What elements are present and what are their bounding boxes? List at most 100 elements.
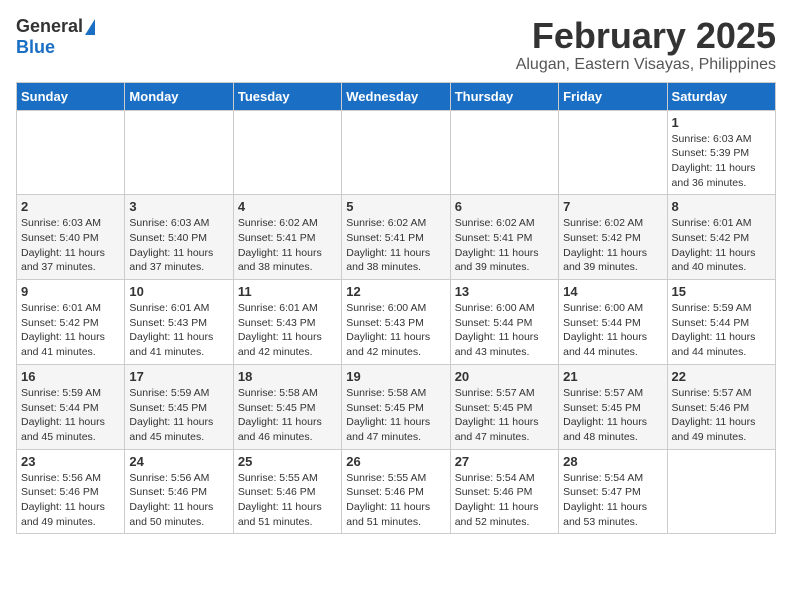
- logo-triangle-icon: [85, 19, 95, 35]
- weekday-header: Wednesday: [342, 82, 450, 110]
- calendar-cell: 27Sunrise: 5:54 AM Sunset: 5:46 PM Dayli…: [450, 449, 558, 534]
- day-number: 6: [455, 199, 554, 214]
- logo-blue-text: Blue: [16, 37, 55, 58]
- weekday-header: Tuesday: [233, 82, 341, 110]
- day-info: Sunrise: 6:01 AM Sunset: 5:43 PM Dayligh…: [238, 301, 337, 360]
- day-info: Sunrise: 6:02 AM Sunset: 5:41 PM Dayligh…: [346, 216, 445, 275]
- day-number: 5: [346, 199, 445, 214]
- weekday-header: Friday: [559, 82, 667, 110]
- calendar-cell: 11 Sunrise: 6:01 AM Sunset: 5:43 PM Dayli…: [233, 280, 341, 365]
- day-info: Sunrise: 5:54 AM Sunset: 5:47 PM Dayligh…: [563, 471, 662, 530]
- logo-general-text: General: [16, 16, 83, 37]
- calendar-week-row: 2 Sunrise: 6:03 AM Sunset: 5:40 PM Daylig…: [17, 195, 776, 280]
- day-info: Sunrise: 5:59 AM Sunset: 5:44 PM Dayligh…: [21, 386, 120, 445]
- calendar-cell: 5 Sunrise: 6:02 AM Sunset: 5:41 PM Daylig…: [342, 195, 450, 280]
- day-number: 26: [346, 454, 445, 469]
- calendar-cell: 10 Sunrise: 6:01 AM Sunset: 5:43 PM Dayli…: [125, 280, 233, 365]
- day-number: 13: [455, 284, 554, 299]
- calendar-cell: 24 Sunrise: 5:56 AM Sunset: 5:46 PM Dayli…: [125, 449, 233, 534]
- calendar-cell: 21 Sunrise: 5:57 AM Sunset: 5:45 PM Dayli…: [559, 364, 667, 449]
- calendar-cell: [342, 110, 450, 195]
- day-number: 11: [238, 284, 337, 299]
- day-info: Sunrise: 6:00 AM Sunset: 5:44 PM Dayligh…: [455, 301, 554, 360]
- calendar-cell: 2Sunrise: 6:03 AM Sunset: 5:40 PM Daylig…: [17, 195, 125, 280]
- day-info: Sunrise: 6:03 AM Sunset: 5:40 PM Dayligh…: [129, 216, 228, 275]
- day-number: 12: [346, 284, 445, 299]
- day-number: 3: [129, 199, 228, 214]
- day-info: Sunrise: 6:01 AM Sunset: 5:42 PM Dayligh…: [672, 216, 771, 275]
- calendar-week-row: 16 Sunrise: 5:59 AM Sunset: 5:44 PM Dayli…: [17, 364, 776, 449]
- weekday-header: Saturday: [667, 82, 775, 110]
- day-number: 4: [238, 199, 337, 214]
- day-info: Sunrise: 5:59 AM Sunset: 5:44 PM Dayligh…: [672, 301, 771, 360]
- logo: General Blue: [16, 16, 95, 58]
- calendar-cell: 14 Sunrise: 6:00 AM Sunset: 5:44 PM Dayli…: [559, 280, 667, 365]
- calendar-cell: [667, 449, 775, 534]
- calendar-subtitle: Alugan, Eastern Visayas, Philippines: [516, 56, 776, 74]
- day-info: Sunrise: 6:02 AM Sunset: 5:41 PM Dayligh…: [455, 216, 554, 275]
- day-number: 9: [21, 284, 120, 299]
- calendar-title: February 2025: [516, 16, 776, 56]
- title-block: February 2025 Alugan, Eastern Visayas, P…: [516, 16, 776, 74]
- calendar-cell: [17, 110, 125, 195]
- day-info: Sunrise: 6:01 AM Sunset: 5:43 PM Dayligh…: [129, 301, 228, 360]
- day-info: Sunrise: 5:56 AM Sunset: 5:46 PM Dayligh…: [129, 471, 228, 530]
- calendar-cell: 15 Sunrise: 5:59 AM Sunset: 5:44 PM Dayli…: [667, 280, 775, 365]
- calendar-week-row: 1Sunrise: 6:03 AM Sunset: 5:39 PM Daylig…: [17, 110, 776, 195]
- day-number: 16: [21, 369, 120, 384]
- calendar-cell: 7 Sunrise: 6:02 AM Sunset: 5:42 PM Daylig…: [559, 195, 667, 280]
- day-number: 23: [21, 454, 120, 469]
- day-number: 28: [563, 454, 662, 469]
- calendar-cell: 18 Sunrise: 5:58 AM Sunset: 5:45 PM Dayli…: [233, 364, 341, 449]
- day-info: Sunrise: 5:57 AM Sunset: 5:45 PM Dayligh…: [563, 386, 662, 445]
- calendar-cell: 22Sunrise: 5:57 AM Sunset: 5:46 PM Dayli…: [667, 364, 775, 449]
- calendar-cell: 4 Sunrise: 6:02 AM Sunset: 5:41 PM Daylig…: [233, 195, 341, 280]
- calendar-cell: [450, 110, 558, 195]
- weekday-header: Monday: [125, 82, 233, 110]
- day-number: 1: [672, 115, 771, 130]
- day-info: Sunrise: 6:02 AM Sunset: 5:41 PM Dayligh…: [238, 216, 337, 275]
- weekday-header: Thursday: [450, 82, 558, 110]
- calendar-cell: 16 Sunrise: 5:59 AM Sunset: 5:44 PM Dayli…: [17, 364, 125, 449]
- day-info: Sunrise: 5:54 AM Sunset: 5:46 PM Dayligh…: [455, 471, 554, 530]
- calendar-cell: [559, 110, 667, 195]
- day-number: 14: [563, 284, 662, 299]
- day-info: Sunrise: 5:56 AM Sunset: 5:46 PM Dayligh…: [21, 471, 120, 530]
- calendar-header-row: SundayMondayTuesdayWednesdayThursdayFrid…: [17, 82, 776, 110]
- day-info: Sunrise: 6:01 AM Sunset: 5:42 PM Dayligh…: [21, 301, 120, 360]
- calendar-cell: 8 Sunrise: 6:01 AM Sunset: 5:42 PM Daylig…: [667, 195, 775, 280]
- day-info: Sunrise: 6:00 AM Sunset: 5:44 PM Dayligh…: [563, 301, 662, 360]
- day-number: 2: [21, 199, 120, 214]
- day-number: 7: [563, 199, 662, 214]
- day-info: Sunrise: 5:55 AM Sunset: 5:46 PM Dayligh…: [346, 471, 445, 530]
- page-header: General Blue February 2025 Alugan, Easte…: [16, 16, 776, 74]
- day-number: 21: [563, 369, 662, 384]
- day-info: Sunrise: 5:58 AM Sunset: 5:45 PM Dayligh…: [238, 386, 337, 445]
- calendar-cell: 20Sunrise: 5:57 AM Sunset: 5:45 PM Dayli…: [450, 364, 558, 449]
- calendar-cell: 23 Sunrise: 5:56 AM Sunset: 5:46 PM Dayli…: [17, 449, 125, 534]
- day-number: 15: [672, 284, 771, 299]
- day-info: Sunrise: 5:55 AM Sunset: 5:46 PM Dayligh…: [238, 471, 337, 530]
- calendar-week-row: 9 Sunrise: 6:01 AM Sunset: 5:42 PM Daylig…: [17, 280, 776, 365]
- day-number: 24: [129, 454, 228, 469]
- day-number: 20: [455, 369, 554, 384]
- day-number: 18: [238, 369, 337, 384]
- day-info: Sunrise: 6:00 AM Sunset: 5:43 PM Dayligh…: [346, 301, 445, 360]
- day-number: 10: [129, 284, 228, 299]
- calendar-cell: 26 Sunrise: 5:55 AM Sunset: 5:46 PM Dayli…: [342, 449, 450, 534]
- day-number: 22: [672, 369, 771, 384]
- calendar-cell: 1Sunrise: 6:03 AM Sunset: 5:39 PM Daylig…: [667, 110, 775, 195]
- weekday-header: Sunday: [17, 82, 125, 110]
- calendar-cell: 25 Sunrise: 5:55 AM Sunset: 5:46 PM Dayli…: [233, 449, 341, 534]
- calendar-cell: [125, 110, 233, 195]
- day-number: 25: [238, 454, 337, 469]
- day-info: Sunrise: 5:58 AM Sunset: 5:45 PM Dayligh…: [346, 386, 445, 445]
- day-number: 8: [672, 199, 771, 214]
- day-info: Sunrise: 5:59 AM Sunset: 5:45 PM Dayligh…: [129, 386, 228, 445]
- day-number: 17: [129, 369, 228, 384]
- calendar-cell: 19Sunrise: 5:58 AM Sunset: 5:45 PM Dayli…: [342, 364, 450, 449]
- calendar-week-row: 23 Sunrise: 5:56 AM Sunset: 5:46 PM Dayli…: [17, 449, 776, 534]
- calendar-cell: 9 Sunrise: 6:01 AM Sunset: 5:42 PM Daylig…: [17, 280, 125, 365]
- day-info: Sunrise: 6:02 AM Sunset: 5:42 PM Dayligh…: [563, 216, 662, 275]
- calendar-cell: 3 Sunrise: 6:03 AM Sunset: 5:40 PM Daylig…: [125, 195, 233, 280]
